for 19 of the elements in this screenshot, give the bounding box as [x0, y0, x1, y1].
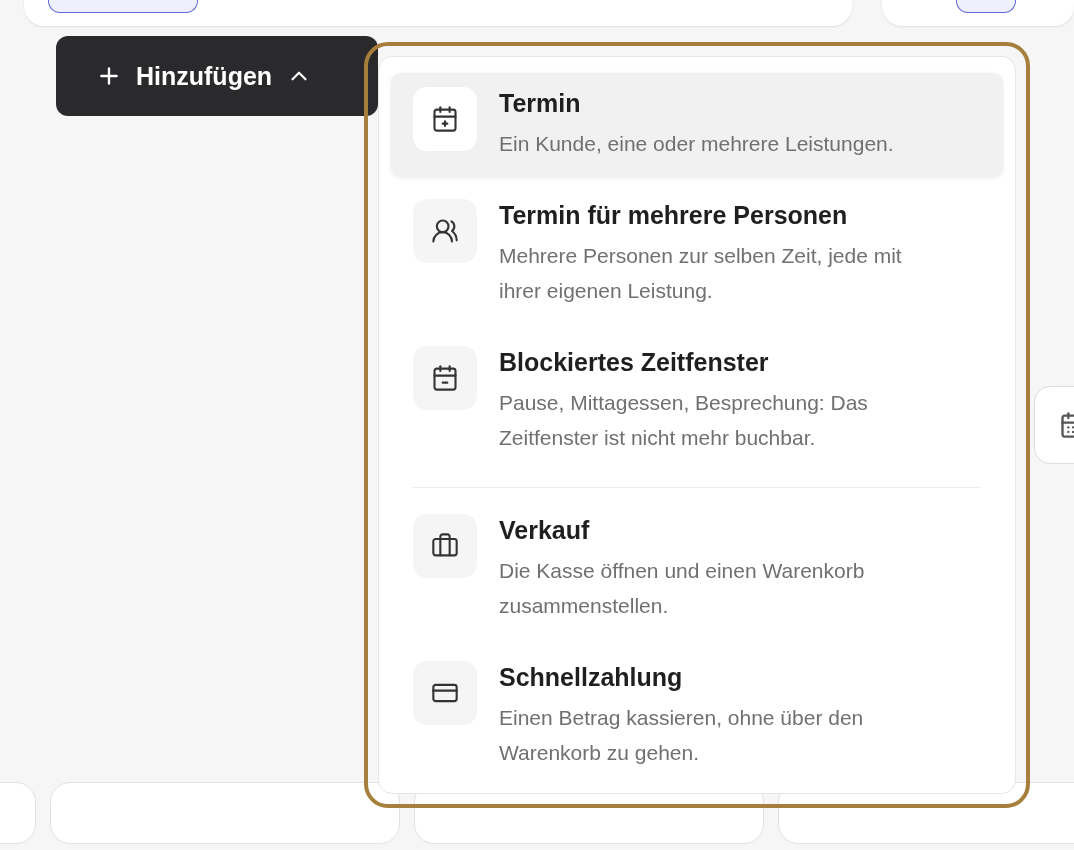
menu-item[interactable]: Termin für mehrere Personen Mehrere Personen zur selben Zeit, jede mit ihrer eigenen Leistung.	[391, 185, 1003, 324]
menu-item-description: Ein Kunde, eine oder mehrere Leistungen.	[499, 131, 894, 157]
menu-item-title: Termin für mehrere Personen	[499, 201, 849, 230]
calendar-plus-icon	[431, 105, 459, 133]
calendar-minus-icon	[431, 364, 459, 392]
menu-item[interactable]: Blockiertes Zeitfenster Pause, Mittagessen, Besprechung: Das Zeitfenster ist nicht mehr buchbar.	[391, 332, 1003, 471]
menu-item[interactable]: Termin Ein Kunde, eine oder mehrere Leistungen.	[391, 73, 1003, 177]
menu-item-description: Die Kasse öffnen und einen Warenkorb zusammenstellen.	[499, 558, 866, 619]
menu-item-title: Schnellzahlung	[499, 663, 684, 692]
menu-item-description: Pause, Mittagessen, Besprechung: Das Zeitfenster ist nicht mehr buchbar.	[499, 390, 869, 451]
menu-item-title: Verkauf	[499, 516, 591, 545]
menu-item-description: Mehrere Personen zur selben Zeit, jede mit ihrer eigenen Leistung.	[499, 243, 903, 304]
menu-item-title: Blockiertes Zeitfenster	[499, 348, 770, 377]
menu-item[interactable]: Verkauf Die Kasse öffnen und einen Warenkorb zusammenstellen.	[391, 500, 1003, 639]
add-button[interactable]: Hinzufügen	[56, 36, 378, 116]
menu-item-description: Einen Betrag kassieren, ohne über den Warenkorb zu gehen.	[499, 705, 865, 766]
users-icon	[431, 217, 459, 245]
menu-item-title: Termin	[499, 89, 582, 118]
menu-item[interactable]: Schnellzahlung Einen Betrag kassieren, ohne über den Warenkorb zu gehen.	[391, 647, 1003, 786]
